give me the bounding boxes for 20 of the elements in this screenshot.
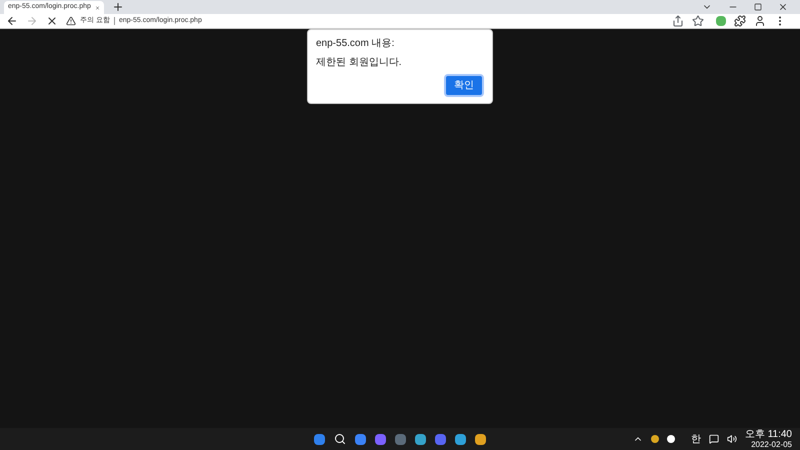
message-icon[interactable] — [708, 434, 719, 444]
profile-icon[interactable] — [754, 15, 766, 27]
restore-icon[interactable] — [754, 3, 762, 11]
search-icon[interactable] — [334, 433, 346, 445]
warning-icon — [66, 16, 76, 26]
input-indicator[interactable]: 한 — [690, 432, 701, 446]
new-tab-icon[interactable] — [112, 1, 124, 13]
puzzle-icon[interactable] — [734, 15, 746, 27]
clock-time[interactable]: 오후 11:40 — [744, 430, 792, 440]
dialog-title: enp-55.com 내용: — [316, 37, 396, 51]
share-icon[interactable] — [672, 15, 684, 27]
clock-date[interactable]: 2022-02-05 — [751, 440, 792, 448]
close-icon[interactable] — [94, 4, 100, 12]
star-icon[interactable] — [692, 15, 704, 27]
back-icon[interactable] — [6, 15, 18, 27]
volume-icon[interactable] — [726, 434, 737, 444]
dialog-message: 제한된 회원입니다. — [316, 56, 403, 70]
close-icon[interactable] — [778, 2, 788, 12]
close-icon[interactable] — [46, 15, 58, 27]
confirm-button[interactable]: 확인 — [444, 74, 484, 97]
